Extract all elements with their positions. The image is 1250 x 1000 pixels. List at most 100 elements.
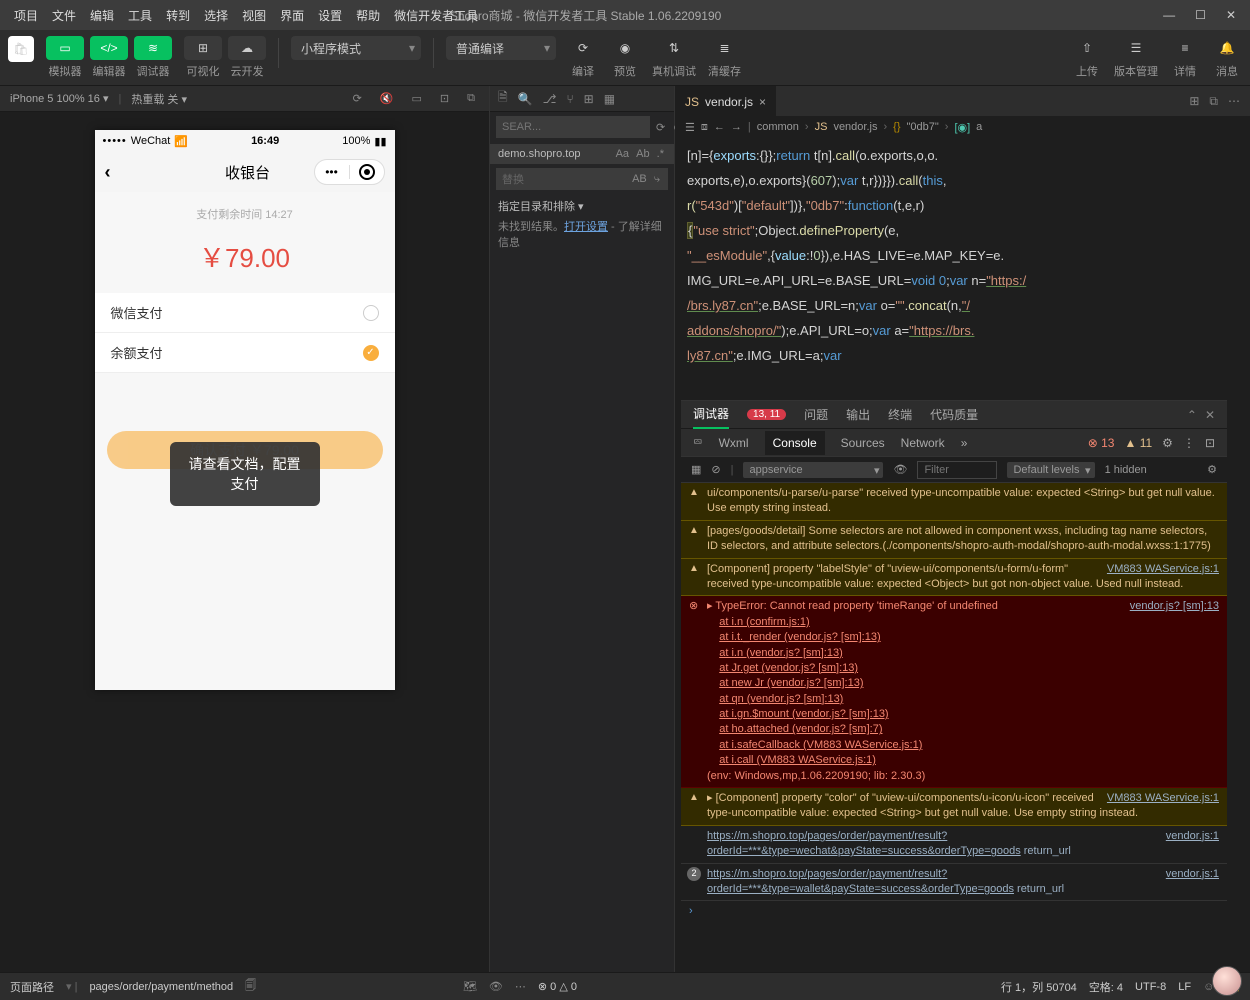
bookmark-icon[interactable]: ⧈ xyxy=(701,121,708,134)
log-row[interactable]: VM883 WAService.js:1[Component] property… xyxy=(681,559,1227,597)
preserve-case-icon[interactable]: AB xyxy=(630,173,649,185)
cloud-button[interactable]: ☁ xyxy=(228,36,266,60)
devtools-menu-icon[interactable]: ⋮ xyxy=(1183,436,1195,450)
error-count[interactable]: ⊗ 13 xyxy=(1088,436,1115,450)
whole-word-icon[interactable]: Ab xyxy=(634,148,651,160)
network-tab[interactable]: Network xyxy=(901,436,945,450)
crumb-common[interactable]: common xyxy=(757,121,799,133)
context-select[interactable]: appservice xyxy=(743,462,883,478)
menu-help[interactable]: 帮助 xyxy=(350,7,386,24)
message-icon[interactable]: 🔔 xyxy=(1212,36,1242,60)
capsule-close-icon[interactable] xyxy=(359,164,375,180)
detail-icon[interactable]: ≡ xyxy=(1170,36,1200,60)
log-row[interactable]: vendor.js:1https://m.shopro.top/pages/or… xyxy=(681,826,1227,864)
scope-label[interactable]: 指定目录和排除 ▾ xyxy=(498,198,666,214)
menu-project[interactable]: 项目 xyxy=(8,7,44,24)
log-row[interactable]: ui/components/u-parse/u-parse" received … xyxy=(681,483,1227,521)
branch-icon[interactable]: ⑂ xyxy=(566,92,573,106)
settings-icon[interactable]: ⚙ xyxy=(1162,436,1173,450)
page-path[interactable]: pages/order/payment/method xyxy=(89,981,233,993)
menu-file[interactable]: 文件 xyxy=(46,7,82,24)
error-warn-status[interactable]: ⊗ 0 △ 0 xyxy=(538,980,577,993)
remote-debug-icon[interactable]: ⇅ xyxy=(659,36,689,60)
avatar[interactable] xyxy=(1212,966,1242,996)
minimize-icon[interactable]: — xyxy=(1163,8,1175,22)
console-settings-icon[interactable]: ⚙ xyxy=(1207,463,1217,476)
rotate-icon[interactable]: ⊡ xyxy=(436,92,453,105)
eol-status[interactable]: LF xyxy=(1178,981,1191,993)
sidebar-toggle-icon[interactable]: ▦ xyxy=(691,463,701,476)
menu-interface[interactable]: 界面 xyxy=(274,7,310,24)
menu-goto[interactable]: 转到 xyxy=(160,7,196,24)
compile-icon[interactable]: ⟳ xyxy=(568,36,598,60)
replace-input[interactable]: 替换 xyxy=(502,171,524,187)
source-control-icon[interactable]: ⎇ xyxy=(543,92,557,106)
dock-icon[interactable]: ⊡ xyxy=(1205,436,1215,450)
issues-tab[interactable]: 问题 xyxy=(804,406,828,423)
files-icon[interactable]: 🗎 xyxy=(498,88,508,109)
mute-icon[interactable]: 🔇 xyxy=(376,92,398,105)
menu-tools[interactable]: 工具 xyxy=(122,7,158,24)
refresh-sim-icon[interactable]: ⟳ xyxy=(349,92,366,105)
terminal-tab[interactable]: 终端 xyxy=(888,406,912,423)
compare-icon[interactable]: ⧉ xyxy=(1209,94,1218,109)
capsule-menu-icon[interactable]: ••• xyxy=(315,165,349,179)
search-icon[interactable]: 🔍 xyxy=(518,92,533,106)
device-select[interactable]: iPhone 5 100% 16 ▾ xyxy=(10,92,109,105)
editor-button[interactable]: </> xyxy=(90,36,128,60)
inspect-icon[interactable]: ⮹ xyxy=(693,435,703,450)
debugger-tab[interactable]: 调试器 xyxy=(693,401,729,429)
collapse-panel-icon[interactable]: ⌃ xyxy=(1187,408,1197,422)
quality-tab[interactable]: 代码质量 xyxy=(930,406,978,423)
warn-count[interactable]: ▲ 11 xyxy=(1124,436,1152,450)
regex-icon[interactable]: .* xyxy=(655,148,666,160)
menu-edit[interactable]: 编辑 xyxy=(84,7,120,24)
preview-eye-icon[interactable]: 👁 xyxy=(489,980,503,993)
open-settings-link[interactable]: 打开设置 xyxy=(564,221,608,233)
terminal-icon[interactable]: ▦ xyxy=(604,92,615,106)
menu-settings[interactable]: 设置 xyxy=(312,7,348,24)
editor-tab-vendor[interactable]: JS vendor.js × xyxy=(675,86,776,116)
upload-icon[interactable]: ⇧ xyxy=(1072,36,1102,60)
compile-select[interactable]: 普通编译 xyxy=(446,36,556,60)
more-status-icon[interactable]: ⋯ xyxy=(515,980,526,993)
console-prompt[interactable]: › xyxy=(681,901,1227,921)
encoding-status[interactable]: UTF-8 xyxy=(1135,981,1166,993)
hidden-count[interactable]: 1 hidden xyxy=(1105,464,1147,476)
replace-all-icon[interactable]: ⤷ xyxy=(652,173,662,185)
hot-reload-select[interactable]: 热重载 关 ▾ xyxy=(131,91,187,107)
screenshot-icon[interactable]: ▭ xyxy=(408,92,426,105)
more-actions-icon[interactable]: ⋯ xyxy=(1228,94,1240,109)
sitemap-icon[interactable]: 🗺 xyxy=(463,980,477,993)
search-input[interactable] xyxy=(496,116,650,138)
close-panel-icon[interactable]: ✕ xyxy=(1205,408,1215,422)
clear-console-icon[interactable]: ⊘ xyxy=(711,463,720,476)
breadcrumb-icon-bar[interactable]: ☰ xyxy=(685,121,695,134)
crumb-file[interactable]: vendor.js xyxy=(833,121,877,133)
refresh-search-icon[interactable]: ⟳ xyxy=(654,121,667,134)
maximize-icon[interactable]: ☐ xyxy=(1195,8,1206,22)
nav-fwd-icon[interactable]: → xyxy=(731,121,742,133)
log-row-error[interactable]: vendor.js? [sm]:13 ▸ TypeError: Cannot r… xyxy=(681,596,1227,788)
debugger-button[interactable]: ≋ xyxy=(134,36,172,60)
simulator-button[interactable]: ▭ xyxy=(46,36,84,60)
console-tab[interactable]: Console xyxy=(765,431,825,455)
levels-select[interactable]: Default levels xyxy=(1007,462,1094,478)
tab-close-icon[interactable]: × xyxy=(759,95,766,109)
output-tab[interactable]: 输出 xyxy=(846,406,870,423)
crumb-key[interactable]: "0db7" xyxy=(907,121,939,133)
close-icon[interactable]: ✕ xyxy=(1226,8,1236,22)
sources-tab[interactable]: Sources xyxy=(841,436,885,450)
popout-icon[interactable]: ⧉ xyxy=(463,92,479,105)
nav-back-icon[interactable]: ← xyxy=(714,121,725,133)
console-output[interactable]: ui/components/u-parse/u-parse" received … xyxy=(681,483,1227,972)
log-row[interactable]: 2vendor.js:1https://m.shopro.top/pages/o… xyxy=(681,864,1227,902)
copy-path-icon[interactable]: 🗐 xyxy=(245,977,256,996)
log-row[interactable]: VM883 WAService.js:1▸ [Component] proper… xyxy=(681,788,1227,826)
wxml-tab[interactable]: Wxml xyxy=(719,436,749,450)
extensions-icon[interactable]: ⊞ xyxy=(584,92,594,106)
preview-icon[interactable]: ◉ xyxy=(610,36,640,60)
log-row[interactable]: [pages/goods/detail] Some selectors are … xyxy=(681,521,1227,559)
visual-button[interactable]: ⊞ xyxy=(184,36,222,60)
menu-view[interactable]: 视图 xyxy=(236,7,272,24)
